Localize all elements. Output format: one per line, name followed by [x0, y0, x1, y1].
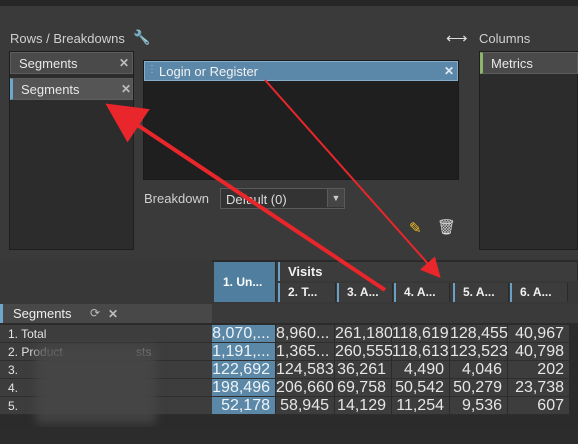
arrow-to-segments: [105, 103, 387, 292]
annotation-arrows: [105, 79, 441, 292]
arrow-to-column: [264, 79, 441, 278]
